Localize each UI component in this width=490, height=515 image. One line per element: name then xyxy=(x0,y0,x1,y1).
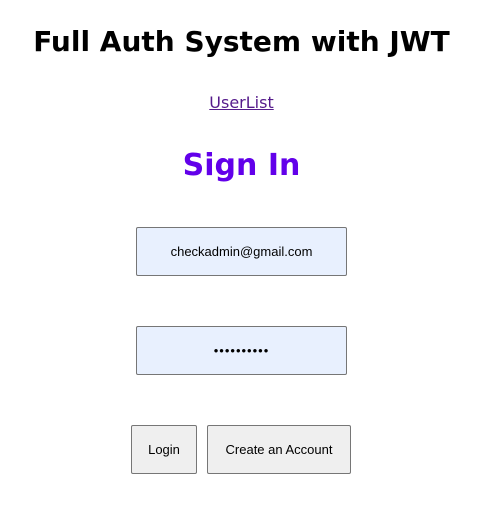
signin-title: Sign In xyxy=(182,148,301,183)
nav-links: UserList xyxy=(0,92,483,114)
app-title: Full Auth System with JWT xyxy=(33,25,450,58)
create-account-button[interactable]: Create an Account xyxy=(207,425,351,474)
email-field[interactable] xyxy=(136,227,347,276)
password-field[interactable] xyxy=(136,326,347,375)
userlist-link[interactable]: UserList xyxy=(209,93,273,112)
login-button[interactable]: Login xyxy=(131,425,197,474)
